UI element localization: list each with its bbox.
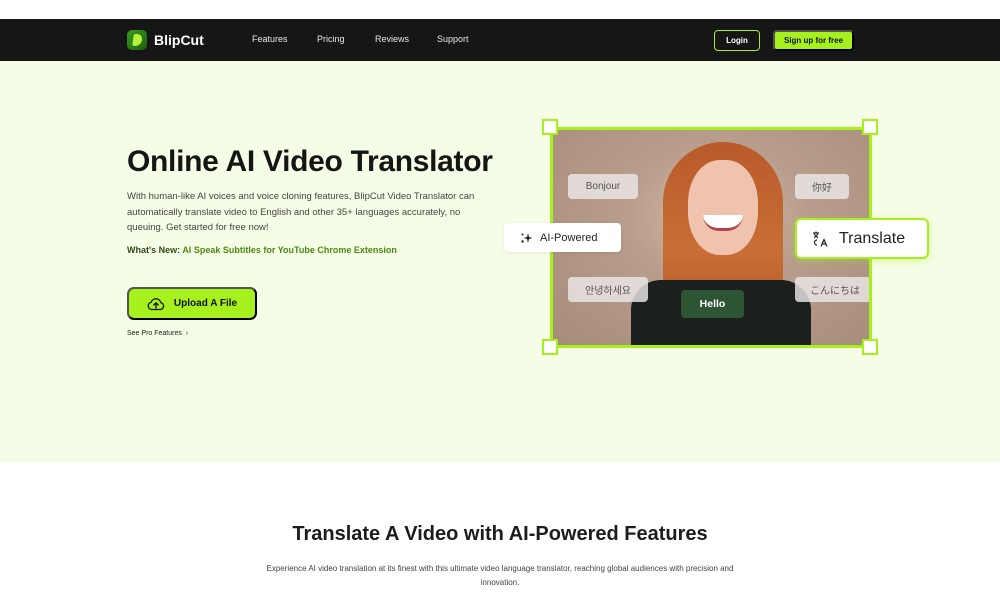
whats-new-link[interactable]: AI Speak Subtitles for YouTube Chrome Ex… [182,245,397,255]
resize-handle-bottom-left[interactable] [542,339,558,355]
bubble-japanese: こんにちは [795,277,869,302]
translate-chip: Translate [795,218,929,259]
ai-powered-label: AI-Powered [540,231,598,244]
nav-link-pricing[interactable]: Pricing [317,34,345,44]
see-pro-features-label: See Pro Features [127,330,182,337]
whats-new-label: What's New: [127,245,183,255]
bubble-bonjour: Bonjour [568,174,638,199]
blipcut-logo-icon [127,30,147,50]
chevron-right-icon: › [183,330,189,337]
nav-link-features[interactable]: Features [252,34,288,44]
translate-label: Translate [839,229,906,247]
sparkles-icon [521,232,533,243]
hero-title: Online AI Video Translator [127,145,493,178]
brand-logo[interactable]: BlipCut [127,30,204,50]
whats-new: What's New: AI Speak Subtitles for YouTu… [127,245,397,255]
upload-file-label: Upload A File [173,298,238,309]
navbar: BlipCut Features Pricing Reviews Support… [0,19,1000,61]
translate-icon [813,231,828,247]
features-section-description: Experience AI video translation at its f… [266,564,734,587]
nav-link-support[interactable]: Support [437,34,469,44]
cloud-upload-icon [147,297,165,310]
login-button[interactable]: Login [714,30,760,51]
resize-handle-bottom-right[interactable] [862,339,878,355]
nav-link-reviews[interactable]: Reviews [375,34,409,44]
bubble-hello: Hello [681,290,744,318]
ai-powered-chip: AI-Powered [504,223,621,252]
resize-handle-top-right[interactable] [862,119,878,135]
see-pro-features-link[interactable]: See Pro Features › [127,330,188,337]
bubble-chinese: 你好 [795,174,849,199]
hero-description: With human-like AI voices and voice clon… [127,191,475,233]
person-face [688,160,758,255]
brand-name: BlipCut [154,32,204,48]
signup-button[interactable]: Sign up for free [773,30,854,51]
bubble-korean: 안녕하세요 [568,277,648,302]
upload-file-button[interactable]: Upload A File [127,287,257,320]
hero-section: Online AI Video Translator With human-li… [0,61,1000,462]
resize-handle-top-left[interactable] [542,119,558,135]
top-margin [0,0,1000,19]
features-section-title: Translate A Video with AI-Powered Featur… [292,523,708,545]
